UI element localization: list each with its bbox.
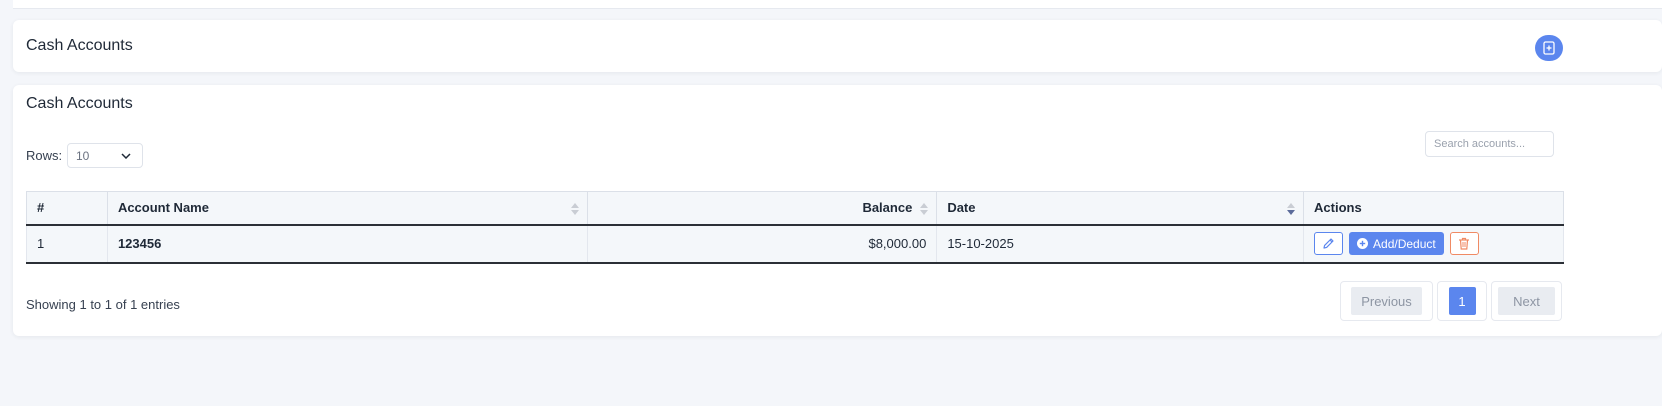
sort-icon — [920, 203, 929, 215]
accounts-card: Cash Accounts Rows: 10 # Account Name — [13, 85, 1662, 336]
row-number: 1 — [26, 224, 108, 264]
pencil-icon — [1323, 238, 1334, 249]
entries-info: Showing 1 to 1 of 1 entries — [26, 297, 180, 312]
page-number-button[interactable]: 1 — [1448, 287, 1476, 315]
header-card: Cash Accounts — [13, 20, 1662, 72]
rows-per-page-select[interactable]: 10 — [67, 143, 143, 168]
account-name: 123456 — [106, 224, 588, 264]
sort-icon — [570, 203, 579, 215]
delete-button[interactable] — [1449, 232, 1479, 255]
pagination-page[interactable]: 1 — [1437, 281, 1487, 321]
previous-button[interactable]: Previous — [1351, 287, 1422, 315]
add-file-icon — [1543, 41, 1555, 55]
chevron-down-icon — [121, 152, 131, 159]
add-deduct-button[interactable]: Add/Deduct — [1349, 232, 1444, 255]
pagination-previous[interactable]: Previous — [1340, 281, 1433, 321]
next-button[interactable]: Next — [1498, 287, 1555, 315]
column-label: Account Name — [117, 200, 209, 216]
column-header-number[interactable]: # — [26, 191, 108, 226]
accounts-table: # Account Name Balance Date Actions 1 12… — [26, 191, 1564, 264]
add-deduct-label: Add/Deduct — [1373, 236, 1436, 251]
column-header-account-name[interactable]: Account Name — [106, 191, 588, 226]
column-header-date[interactable]: Date — [936, 191, 1305, 226]
page-title: Cash Accounts — [26, 37, 133, 54]
column-header-balance[interactable]: Balance — [586, 191, 938, 226]
pagination-next[interactable]: Next — [1491, 281, 1562, 321]
account-date: 15-10-2025 — [936, 224, 1305, 264]
row-actions: Add/Deduct — [1303, 224, 1564, 264]
rows-value: 10 — [76, 148, 90, 163]
section-title: Cash Accounts — [26, 95, 133, 112]
column-header-actions: Actions — [1303, 191, 1564, 226]
search-input[interactable] — [1425, 131, 1554, 157]
column-label: Actions — [1314, 200, 1362, 216]
plus-circle-icon — [1357, 238, 1369, 249]
sort-descending-icon — [1287, 203, 1296, 215]
column-label: Balance — [862, 200, 913, 216]
edit-button[interactable] — [1314, 232, 1344, 255]
rows-label: Rows: — [26, 148, 63, 163]
table-header-row: # Account Name Balance Date Actions — [26, 191, 1564, 226]
trash-icon — [1459, 237, 1470, 250]
column-label: Date — [947, 200, 976, 216]
account-balance: $8,000.00 — [586, 224, 938, 264]
table-row: 1 123456 $8,000.00 15-10-2025 Add/Deduct — [26, 224, 1564, 264]
column-label: # — [37, 200, 45, 216]
add-account-button[interactable] — [1535, 35, 1563, 61]
top-bar — [13, 0, 1662, 9]
